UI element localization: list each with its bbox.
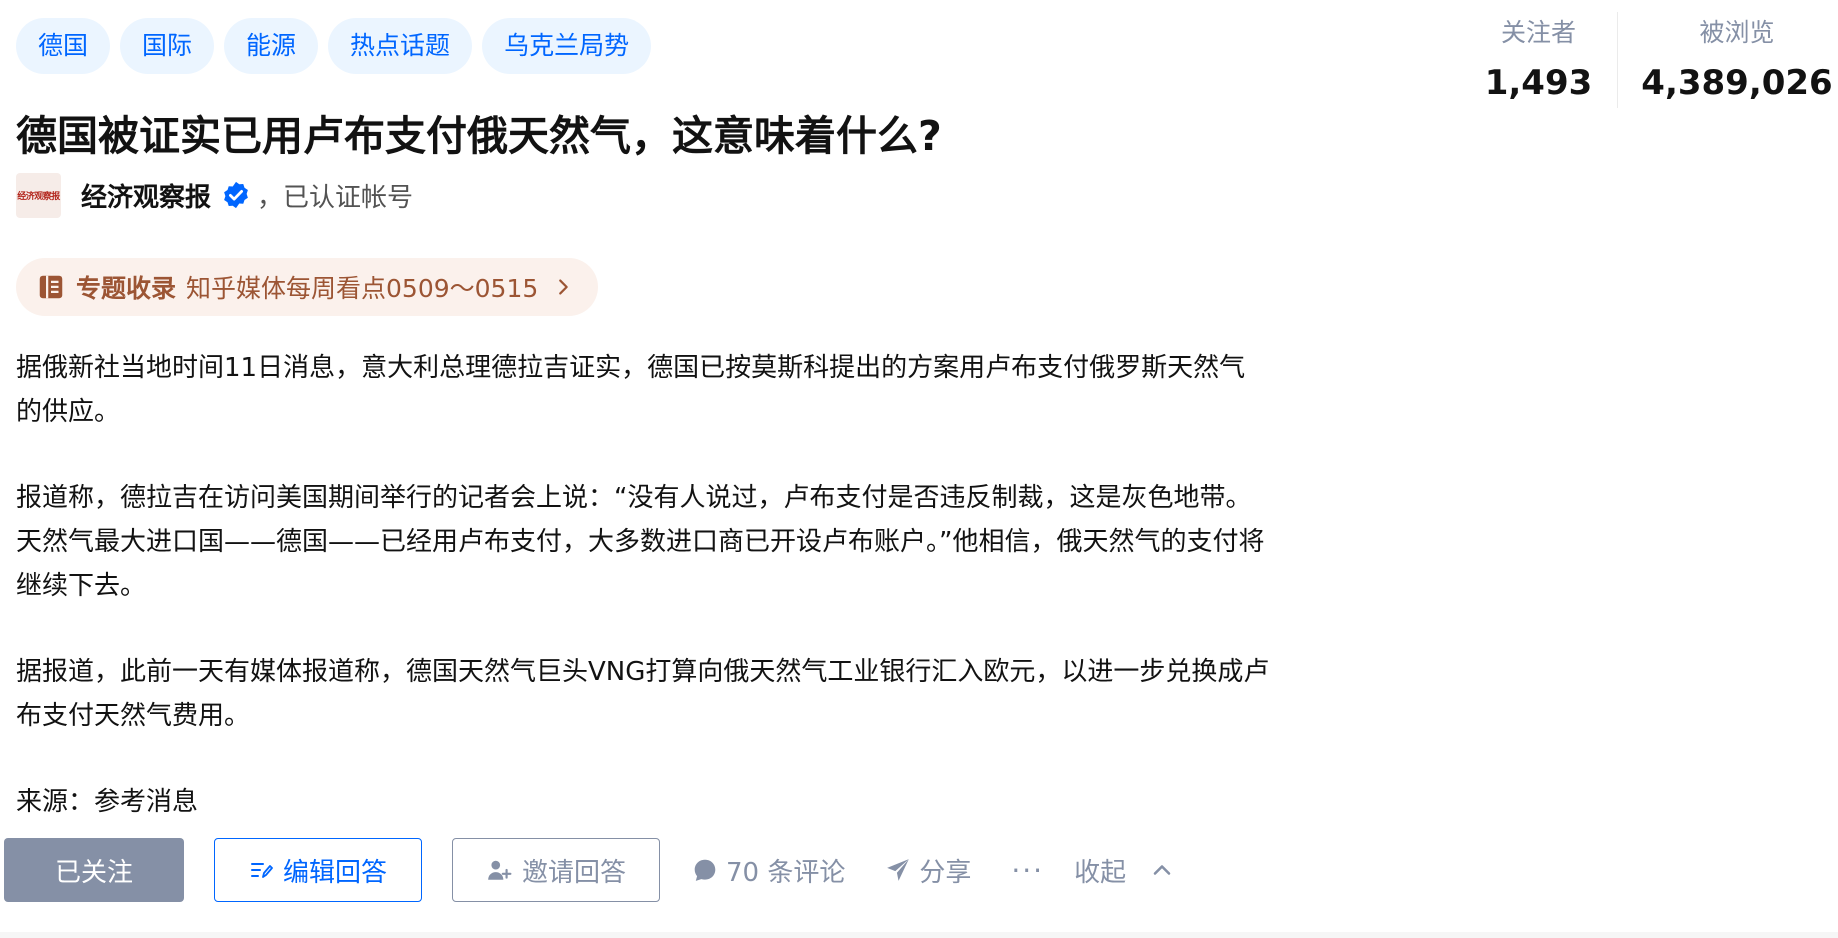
topic-tags: 德国 国际 能源 热点话题 乌克兰局势 <box>16 18 652 74</box>
share-button[interactable]: 分享 <box>885 852 971 889</box>
topic-tag-germany[interactable]: 德国 <box>16 18 111 74</box>
collapse-label: 收起 <box>1074 857 1127 888</box>
topic-tag-energy[interactable]: 能源 <box>224 18 319 74</box>
share-icon <box>887 859 910 881</box>
chevron-right-icon <box>559 279 569 295</box>
collection-chip[interactable]: 专题收录 知乎媒体每周看点0509～0515 <box>16 258 599 316</box>
collection-title: 知乎媒体每周看点0509～0515 <box>186 274 539 303</box>
author-info: 经济观察报 经济观察报 ，已认证帐号 <box>16 172 413 218</box>
action-bar: 已关注 编辑回答 邀请回答 70 条评论 分享 ··· 收起 <box>4 838 1176 902</box>
invite-user-icon <box>488 860 512 880</box>
views-label: 被浏览 <box>1699 18 1775 47</box>
topic-tag-hot-topics[interactable]: 热点话题 <box>328 18 473 74</box>
comments-button[interactable]: 70 条评论 <box>692 852 845 889</box>
more-button[interactable]: ··· <box>1011 854 1044 887</box>
comment-icon <box>694 859 716 881</box>
question-title[interactable]: 德国被证实已用卢布支付俄天然气，这意味着什么? <box>16 108 942 164</box>
author-avatar[interactable]: 经济观察报 <box>16 172 61 218</box>
author-name[interactable]: 经济观察报 <box>81 177 211 214</box>
answer-paragraph: 据报道，此前一天有媒体报道称，德国天然气巨头VNG打算向俄天然气工业银行汇入欧元… <box>16 657 1270 731</box>
followed-button[interactable]: 已关注 <box>4 838 184 902</box>
question-stats: 关注者 1,493 被浏览 4,389,026 <box>1460 12 1838 108</box>
chevron-up-icon <box>1153 865 1171 875</box>
collapse-button[interactable]: 收起 <box>1074 852 1176 889</box>
followers-count: 1,493 <box>1484 63 1593 103</box>
topic-tag-ukraine[interactable]: 乌克兰局势 <box>482 18 652 74</box>
views-count: 4,389,026 <box>1641 63 1833 103</box>
invite-answer-label: 邀请回答 <box>521 857 626 888</box>
collection-icon <box>39 275 63 299</box>
comments-count: 70 条评论 <box>726 857 846 888</box>
verified-icon <box>224 181 248 209</box>
edit-icon <box>250 863 273 878</box>
edit-answer-label: 编辑回答 <box>282 857 387 888</box>
answer-paragraph: 据俄新社当地时间11日消息，意大利总理德拉吉证实，德国已按莫斯科提出的方案用卢布… <box>16 353 1246 427</box>
followers-label: 关注者 <box>1500 18 1576 47</box>
more-icon: ··· <box>1011 853 1045 887</box>
share-label: 分享 <box>919 857 972 888</box>
answer-source: 来源：参考消息 <box>16 787 199 817</box>
answer-paragraph: 报道称，德拉吉在访问美国期间举行的记者会上说：“没有人说过，卢布支付是否违反制裁… <box>16 483 1265 601</box>
topic-tag-international[interactable]: 国际 <box>120 18 215 74</box>
edit-answer-button[interactable]: 编辑回答 <box>214 838 422 902</box>
answer-content: 据俄新社当地时间11日消息，意大利总理德拉吉证实，德国已按莫斯科提出的方案用卢布… <box>16 346 1271 824</box>
views-stat: 被浏览 4,389,026 <box>1617 12 1838 108</box>
collection-label: 专题收录 <box>76 274 177 303</box>
bottom-divider <box>0 932 1838 938</box>
verified-account-label: ，已认证帐号 <box>257 182 414 213</box>
invite-answer-button[interactable]: 邀请回答 <box>452 838 660 902</box>
followers-stat[interactable]: 关注者 1,493 <box>1460 12 1617 108</box>
